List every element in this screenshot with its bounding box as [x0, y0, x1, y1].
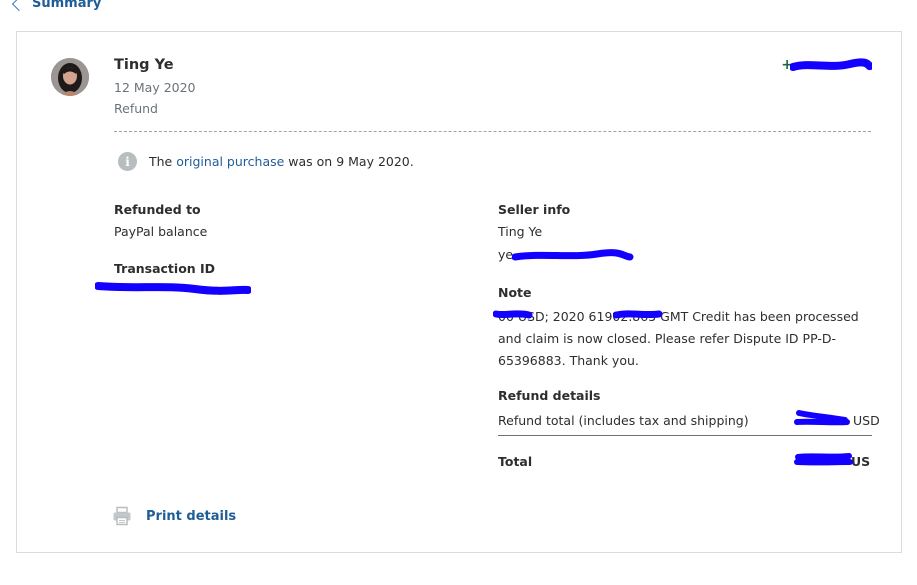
transaction-detail-page: Summary Ting Ye 12 May 2020 Refund + i T…	[0, 0, 917, 585]
print-details-label: Print details	[146, 508, 237, 524]
info-text-pre: The	[149, 154, 177, 169]
seller-info-label: Seller info	[498, 202, 571, 217]
redaction-mark	[512, 249, 634, 261]
original-purchase-link[interactable]: original purchase	[176, 154, 284, 169]
refunded-to-value: PayPal balance	[114, 224, 208, 239]
avatar-photo-icon	[51, 58, 89, 96]
refund-details-label: Refund details	[498, 388, 601, 403]
total-currency: US	[851, 454, 871, 469]
section-divider	[114, 131, 871, 132]
redaction-mark	[794, 410, 850, 426]
avatar	[51, 58, 89, 96]
counterparty-name: Ting Ye	[114, 57, 174, 73]
info-icon: i	[118, 152, 137, 171]
seller-email-link[interactable]: ye	[498, 247, 513, 262]
note-text: 00 USD; 2020 61902.865 GMT Credit has be…	[498, 309, 859, 368]
info-text: The original purchase was on 9 May 2020.	[149, 154, 414, 169]
total-divider	[498, 435, 872, 436]
transaction-amount: +	[781, 57, 867, 73]
original-purchase-info: i The original purchase was on 9 May 202…	[118, 152, 414, 171]
seller-name: Ting Ye	[498, 224, 543, 239]
transaction-type: Refund	[114, 101, 158, 116]
back-to-summary-link[interactable]: Summary	[11, 0, 102, 12]
info-text-post: was on 9 May 2020.	[284, 154, 414, 169]
back-link-label: Summary	[32, 0, 102, 11]
chevron-left-icon	[11, 0, 27, 12]
note-label: Note	[498, 285, 532, 300]
transaction-date: 12 May 2020	[114, 80, 196, 95]
refund-total-currency: USD	[853, 413, 880, 428]
redaction-mark	[794, 453, 853, 466]
refund-total-label: Refund total (includes tax and shipping)	[498, 413, 749, 428]
print-details-button[interactable]: Print details	[112, 506, 236, 526]
refunded-to-label: Refunded to	[114, 202, 201, 217]
printer-icon	[113, 506, 131, 526]
transaction-id-label: Transaction ID	[114, 261, 216, 276]
amount-prefix: +	[781, 57, 793, 73]
total-label: Total	[498, 454, 533, 469]
transaction-card: Ting Ye 12 May 2020 Refund + i The origi…	[16, 31, 902, 553]
redaction-mark	[95, 282, 251, 295]
